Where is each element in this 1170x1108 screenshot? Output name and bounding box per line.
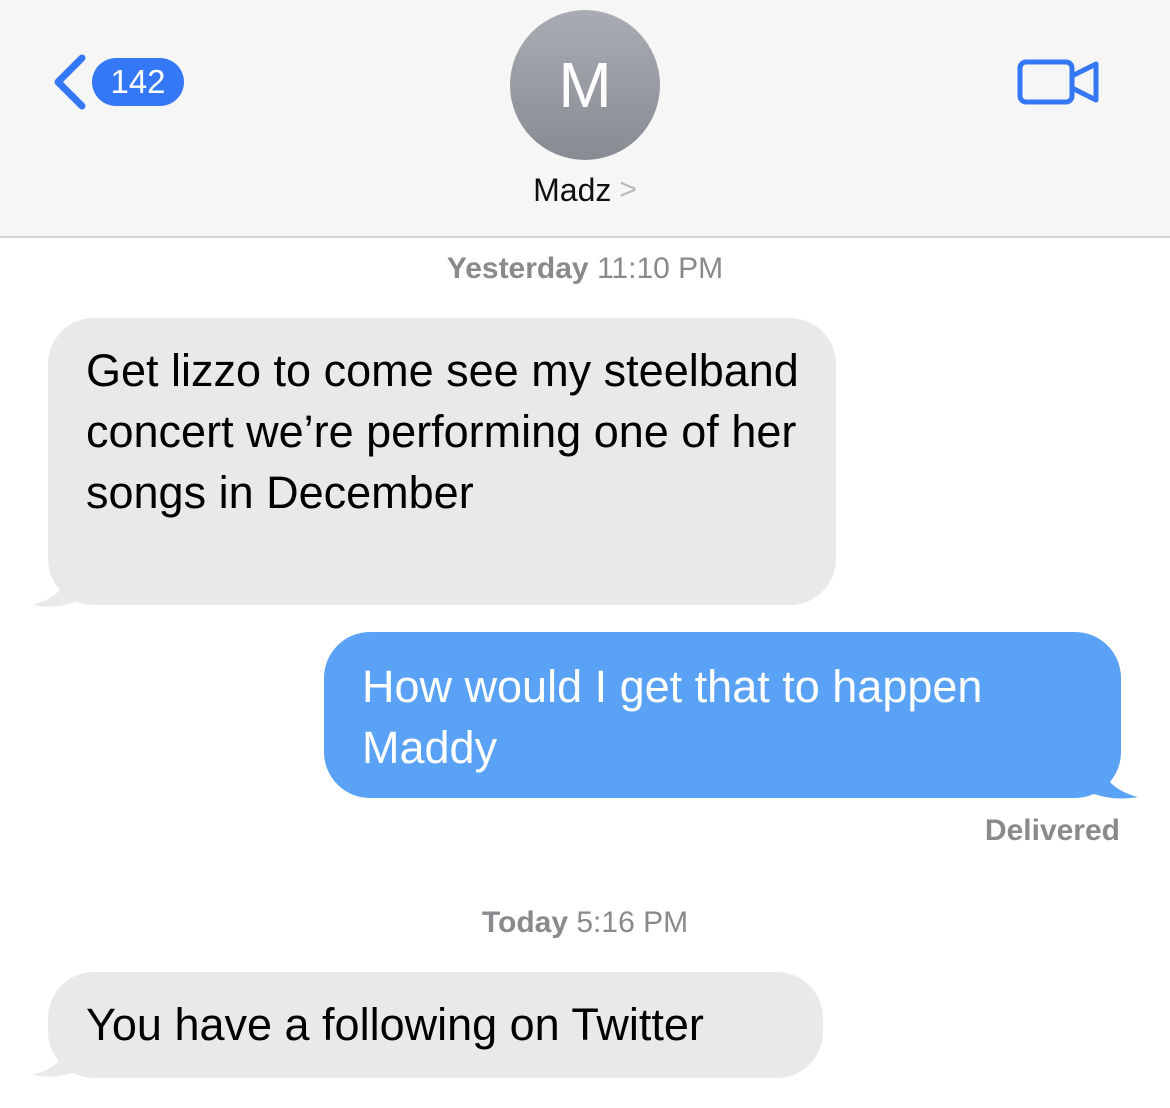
unread-count-badge: 142 bbox=[92, 58, 184, 106]
timestamp-time: 5:16 PM bbox=[576, 906, 689, 939]
message-text: You have a following on Twitter bbox=[86, 999, 704, 1050]
message-text: How would I get that to happen Maddy bbox=[362, 661, 983, 773]
chevron-left-icon bbox=[54, 54, 86, 110]
facetime-video-button[interactable] bbox=[1012, 52, 1102, 112]
delivery-status: Delivered bbox=[984, 814, 1120, 847]
message-text: Get lizzo to come see my steelband conce… bbox=[86, 345, 799, 518]
bubble-tail bbox=[32, 560, 98, 607]
message-bubble-incoming[interactable]: You have a following on Twitter bbox=[48, 972, 823, 1078]
chevron-right-icon: > bbox=[619, 173, 637, 206]
video-camera-icon bbox=[1017, 59, 1099, 105]
contact-name: Madz bbox=[533, 172, 612, 208]
timestamp-divider: Yesterday 11:10 PM bbox=[0, 252, 1170, 286]
timestamp-time: 11:10 PM bbox=[596, 252, 724, 285]
avatar[interactable]: M bbox=[510, 10, 660, 160]
timestamp-day: Yesterday bbox=[446, 252, 589, 285]
back-button[interactable]: 142 bbox=[44, 46, 194, 118]
contact-name-button[interactable]: Madz > bbox=[0, 166, 1170, 216]
message-bubble-incoming[interactable]: Get lizzo to come see my steelband conce… bbox=[48, 318, 836, 605]
timestamp-divider: Today 5:16 PM bbox=[0, 906, 1170, 940]
conversation-header: 142 M Madz > bbox=[0, 0, 1170, 238]
message-bubble-outgoing[interactable]: How would I get that to happen Maddy bbox=[324, 632, 1121, 798]
timestamp-day: Today bbox=[481, 906, 569, 939]
